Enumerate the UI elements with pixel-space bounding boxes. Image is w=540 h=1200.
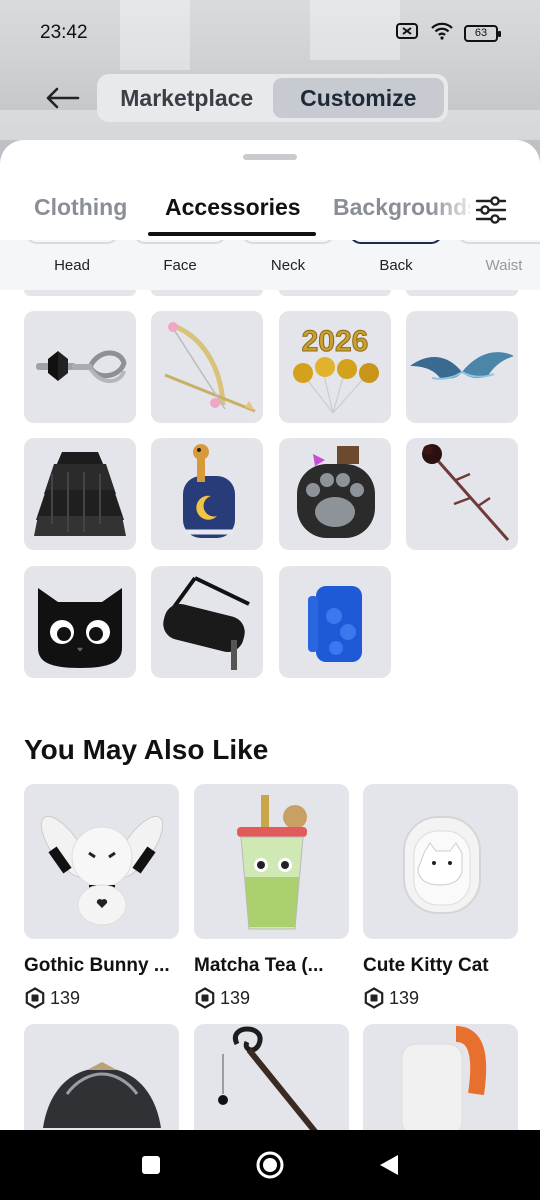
recommendations-title: You May Also Like [24, 734, 269, 765]
back-arrow-icon [46, 87, 80, 109]
tab-accessories[interactable]: Accessories [165, 194, 301, 221]
active-tab-indicator [148, 232, 316, 236]
rose-icon [422, 444, 510, 541]
bunny-icon [40, 815, 163, 925]
tab-marketplace[interactable]: Marketplace [101, 78, 273, 118]
tab-clothing[interactable]: Clothing [34, 194, 127, 221]
sheet-grabber[interactable] [243, 154, 297, 160]
item-giraffe-moon-backpack[interactable] [151, 438, 263, 550]
item-bow-key-wing[interactable] [24, 311, 136, 423]
category-tabs: Clothing Accessories Backgrounds [0, 188, 540, 240]
rec-image [194, 784, 349, 939]
robux-icon [195, 987, 215, 1009]
rec-image [363, 784, 518, 939]
status-bar: 23:42 63 [0, 0, 540, 66]
item-2026-balloons[interactable]: 2026 [279, 311, 391, 423]
subcat-face[interactable]: Face [130, 240, 230, 290]
rec-image [24, 784, 179, 939]
robux-icon [25, 987, 45, 1009]
rec-price: 139 [363, 987, 518, 1009]
rec-card-winged-hat[interactable] [24, 1024, 179, 1130]
brick-backpack-icon [308, 586, 362, 662]
item-paw-backpack[interactable] [279, 438, 391, 550]
duffel-bag-icon [163, 576, 250, 670]
item-black-cat-backpack[interactable] [24, 566, 136, 678]
triangle-back-icon [380, 1155, 398, 1175]
circle-icon [256, 1151, 284, 1179]
cat-backpack-icon [38, 588, 122, 668]
item-blue-brick-backpack[interactable] [279, 566, 391, 678]
item-black-ruffle-cape[interactable] [24, 438, 136, 550]
rec-card-cute-kitty-cat[interactable]: Cute Kitty Cat 139 [363, 784, 518, 1009]
back-button[interactable] [42, 78, 82, 118]
top-navigation: Marketplace Customize [0, 72, 540, 122]
wings-icon [410, 352, 514, 380]
home-button[interactable] [253, 1148, 287, 1182]
subcat-waist[interactable]: Waist [454, 240, 540, 290]
kitty-backpack-icon [402, 815, 481, 914]
matcha-cup-icon [236, 794, 307, 929]
rec-name: Gothic Bunny ... [24, 955, 170, 976]
system-navigation-bar [0, 1130, 540, 1200]
rec-card-spider-staff[interactable] [194, 1024, 349, 1130]
cape-icon [34, 452, 126, 536]
giraffe-backpack-icon [183, 444, 235, 538]
square-icon [142, 1156, 160, 1174]
winged-hat-icon [42, 1062, 161, 1128]
battery-icon: 63 [464, 24, 501, 42]
item-black-duffel-bag[interactable] [151, 566, 263, 678]
rec-price: 139 [194, 987, 349, 1009]
fluffy-tail-icon [401, 1026, 486, 1130]
bow-arrow-icon [164, 322, 256, 413]
sliders-icon [475, 196, 507, 224]
rec-card-fluffy-tail[interactable] [363, 1024, 518, 1130]
subcat-head[interactable]: Head [22, 240, 122, 290]
tab-customize[interactable]: Customize [272, 78, 444, 118]
robux-icon [364, 987, 384, 1009]
filter-button[interactable] [470, 190, 512, 230]
rec-name: Matcha Tea (... [194, 955, 324, 976]
rec-name: Cute Kitty Cat [363, 955, 489, 976]
subcat-neck[interactable]: Neck [238, 240, 338, 290]
balloons-icon: 2026 [293, 325, 379, 414]
status-time: 23:42 [40, 22, 88, 43]
rec-card-matcha-tea[interactable]: Matcha Tea (... 139 [194, 784, 349, 1009]
paw-backpack-icon [297, 446, 375, 538]
back-nav-button[interactable] [372, 1148, 406, 1182]
item-black-rose[interactable] [406, 438, 518, 550]
subcategory-bar: Head Face Neck Back Waist [0, 240, 540, 290]
customize-sheet: Clothing Accessories Backgrounds Head Fa… [0, 140, 540, 1130]
balloons-number: 2026 [302, 325, 369, 358]
recents-button[interactable] [134, 1148, 168, 1182]
subcat-back[interactable]: Back [346, 240, 446, 290]
item-golden-bow-arrow[interactable] [151, 311, 263, 423]
item-blue-wings[interactable] [406, 311, 518, 423]
no-sim-icon [396, 22, 420, 45]
spider-staff-icon [217, 1026, 318, 1130]
rec-card-gothic-bunny[interactable]: Gothic Bunny ... 139 [24, 784, 179, 1009]
mode-switcher: Marketplace Customize [97, 74, 448, 122]
wifi-icon [430, 22, 454, 45]
bow-key-icon [36, 350, 127, 383]
rec-price: 139 [24, 987, 179, 1009]
